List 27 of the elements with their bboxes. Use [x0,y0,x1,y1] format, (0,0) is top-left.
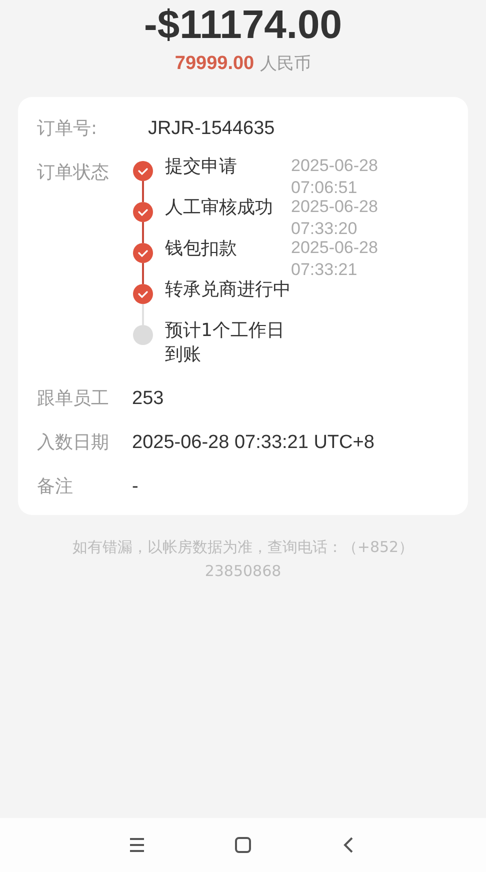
field-value: 253 [132,387,164,411]
currency: 人民币 [260,53,312,75]
step-time: 07:33:20 [291,218,358,240]
home-icon[interactable] [233,835,253,855]
phone-number: 23850868 [204,561,282,582]
step-date: 2025-06-28 [291,237,378,259]
order-number: JRJR-1544635 [148,117,275,141]
field-label: 备注 [37,475,74,499]
field-label: 订单号: [37,117,98,141]
step-title: 提交申请 [165,155,238,179]
step-time: 07:33:21 [291,259,358,281]
field-label: 订单状态 [37,161,110,185]
step-title: 转承兑商进行中 [165,278,291,302]
field-value: 2025-06-28 07:33:21 UTC+8 [132,431,374,455]
field-value: - [132,475,138,499]
step-title: 预计1个工作日到账 [165,319,286,367]
step-time: 07:06:51 [291,177,358,199]
step-date: 2025-06-28 [291,196,378,218]
step-title: 钱包扣款 [165,237,238,261]
field-label: 跟单员工 [37,387,110,411]
footer-note: 如有错漏，以帐房数据为准，查询电话：（+852） [72,537,414,558]
field-label: 入数日期 [37,431,110,455]
local-amount: 79999.00 [174,53,254,75]
step-title: 人工审核成功 [165,196,274,220]
amount: -$11174.00 [144,2,342,49]
menu-icon[interactable] [127,835,147,855]
step-date: 2025-06-28 [291,155,378,177]
